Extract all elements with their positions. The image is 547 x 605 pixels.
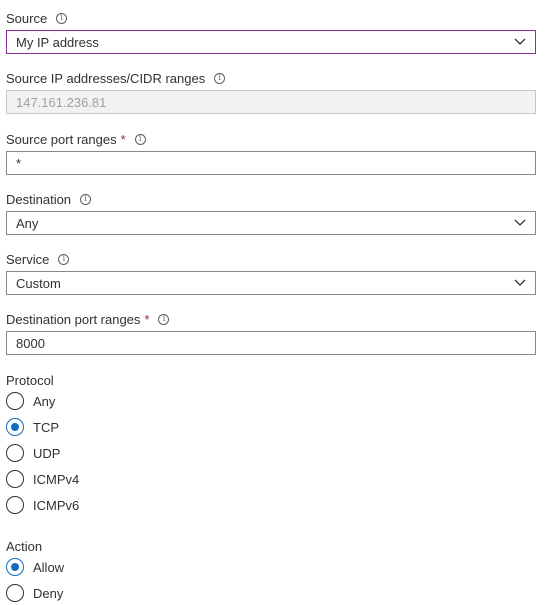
radio-label: TCP xyxy=(33,419,59,435)
chevron-down-icon xyxy=(514,279,526,286)
required-mark: * xyxy=(120,131,126,147)
destination-port-input[interactable]: 8000 xyxy=(6,331,536,355)
action-label: Action xyxy=(6,538,43,554)
source-label: Source xyxy=(6,10,48,26)
protocol-option-tcp[interactable]: TCP xyxy=(6,417,59,437)
source-ip-label: Source IP addresses/CIDR ranges xyxy=(6,70,206,86)
info-icon[interactable]: i xyxy=(158,313,170,325)
radio-button[interactable] xyxy=(6,444,24,462)
radio-button-selected[interactable] xyxy=(6,418,24,436)
source-port-label-row: Source port ranges * i xyxy=(6,130,146,148)
source-port-label: Source port ranges xyxy=(6,131,117,147)
info-icon[interactable]: i xyxy=(56,12,68,24)
service-label: Service xyxy=(6,251,50,267)
source-ip-label-row: Source IP addresses/CIDR ranges i xyxy=(6,69,226,87)
protocol-option-udp[interactable]: UDP xyxy=(6,443,60,463)
source-dropdown[interactable]: My IP address xyxy=(6,30,536,54)
action-option-allow[interactable]: Allow xyxy=(6,557,64,577)
radio-button[interactable] xyxy=(6,392,24,410)
chevron-down-icon xyxy=(514,38,526,45)
radio-label: Deny xyxy=(33,585,64,601)
required-mark: * xyxy=(144,311,150,327)
radio-label: Allow xyxy=(33,559,65,575)
info-icon[interactable]: i xyxy=(80,193,92,205)
service-value: Custom xyxy=(16,275,61,291)
action-label-row: Action xyxy=(6,537,42,555)
radio-button-selected[interactable] xyxy=(6,558,24,576)
source-ip-value: 147.161.236.81 xyxy=(16,94,107,110)
radio-label: ICMPv4 xyxy=(33,471,80,487)
info-icon[interactable]: i xyxy=(214,72,226,84)
protocol-option-icmpv6[interactable]: ICMPv6 xyxy=(6,495,79,515)
info-icon[interactable]: i xyxy=(58,253,70,265)
radio-button[interactable] xyxy=(6,496,24,514)
destination-value: Any xyxy=(16,215,39,231)
protocol-option-icmpv4[interactable]: ICMPv4 xyxy=(6,469,79,489)
destination-dropdown[interactable]: Any xyxy=(6,211,536,235)
source-label-row: Source i xyxy=(6,9,68,27)
source-port-value: * xyxy=(16,155,22,171)
protocol-option-any[interactable]: Any xyxy=(6,391,55,411)
service-label-row: Service i xyxy=(6,250,70,268)
service-dropdown[interactable]: Custom xyxy=(6,271,536,295)
radio-button[interactable] xyxy=(6,470,24,488)
radio-label: Any xyxy=(33,393,56,409)
action-option-deny[interactable]: Deny xyxy=(6,583,63,603)
source-port-input[interactable]: * xyxy=(6,151,536,175)
source-value: My IP address xyxy=(16,34,99,50)
destination-label-row: Destination i xyxy=(6,190,92,208)
radio-label: UDP xyxy=(33,445,61,461)
radio-button[interactable] xyxy=(6,584,24,602)
protocol-label-row: Protocol xyxy=(6,371,54,389)
source-ip-field: 147.161.236.81 xyxy=(6,90,536,114)
info-icon[interactable]: i xyxy=(134,133,146,145)
protocol-label: Protocol xyxy=(6,372,54,388)
radio-label: ICMPv6 xyxy=(33,497,80,513)
destination-label: Destination xyxy=(6,191,72,207)
destination-port-value: 8000 xyxy=(16,335,45,351)
chevron-down-icon xyxy=(514,219,526,226)
destination-port-label: Destination port ranges xyxy=(6,311,141,327)
destination-port-label-row: Destination port ranges * i xyxy=(6,310,170,328)
